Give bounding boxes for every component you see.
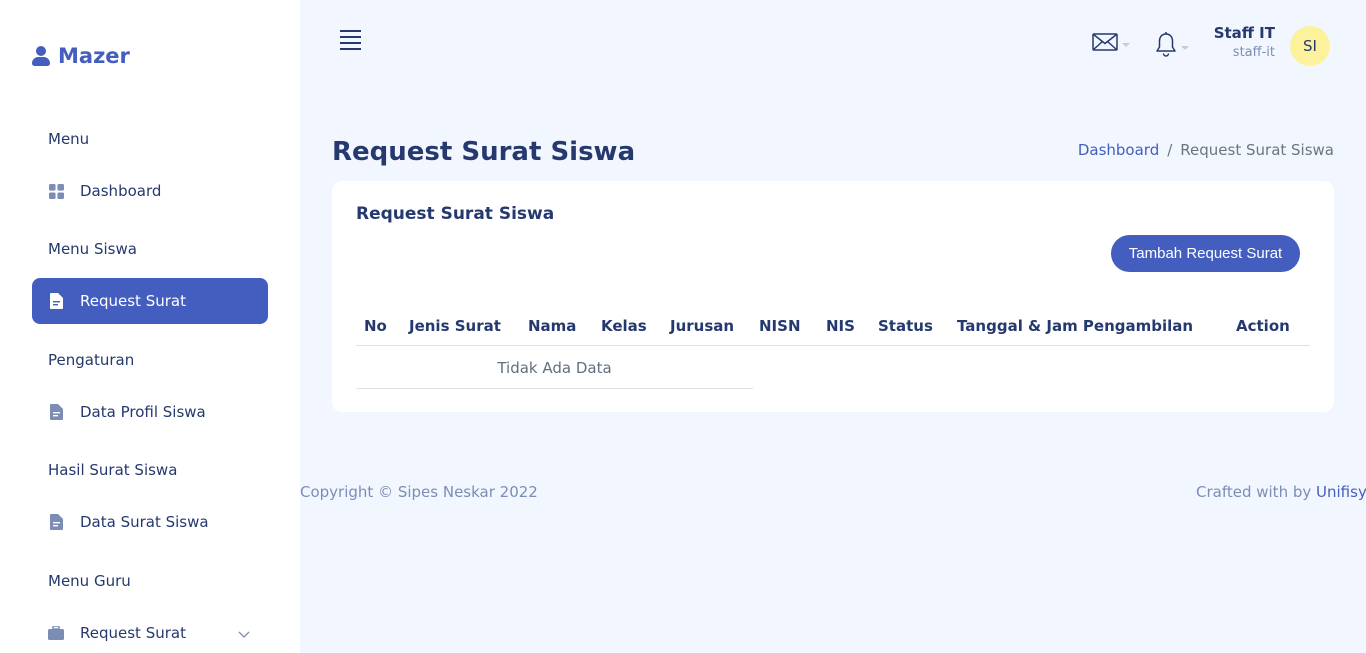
sidebar-item-data-surat-siswa[interactable]: Data Surat Siswa [32,499,268,545]
sidebar-item-dashboard[interactable]: Dashboard [32,168,268,214]
sidebar-item-label: Dashboard [80,182,162,200]
file-icon [48,404,64,420]
envelope-icon [1092,32,1118,56]
column-header-action[interactable]: Action [1228,307,1310,346]
bell-icon [1155,32,1177,62]
sidebar-item-label: Request Surat [80,292,186,310]
column-header-status[interactable]: Status [870,307,949,346]
chevron-down-icon[interactable] [238,625,250,643]
caret-down-icon [1181,46,1189,50]
menu-section-title: Menu Guru [48,572,131,590]
sidebar-item-label: Data Profil Siswa [80,403,206,421]
breadcrumb-separator: / [1167,141,1173,159]
footer-brand-link[interactable]: Unifisyt [1316,483,1366,501]
grid-icon [48,183,64,199]
sidebar-item-label: Request Surat [80,624,186,642]
caret-down-icon [1122,43,1130,47]
menu-section-title: Hasil Surat Siswa [48,461,178,479]
card-title: Request Surat Siswa [356,204,555,224]
menu-section-title: Menu Siswa [48,240,137,258]
column-header-nis[interactable]: NIS [818,307,870,346]
column-header-nama[interactable]: Nama [520,307,593,346]
breadcrumb-home-link[interactable]: Dashboard [1078,141,1159,159]
user-info[interactable]: Staff IT staff-it [1214,24,1275,60]
request-card: Request Surat Siswa Tambah Request Surat… [332,181,1334,412]
column-header-jurusan[interactable]: Jurusan [662,307,751,346]
sidebar-item-data-profil-siswa[interactable]: Data Profil Siswa [32,389,268,435]
brand-logo[interactable]: Mazer [32,44,130,68]
notifications-dropdown[interactable] [1155,32,1189,62]
column-header-kelas[interactable]: Kelas [593,307,662,346]
column-header-nisn[interactable]: NISN [751,307,818,346]
user-name: Staff IT [1213,24,1275,42]
brand-name: Mazer [58,44,130,68]
file-icon [48,293,64,309]
menu-section-title: Pengaturan [48,351,135,369]
request-table: No Jenis Surat Nama Kelas Jurusan NISN N… [356,307,1310,346]
add-request-button[interactable]: Tambah Request Surat [1111,235,1300,272]
menu-section-title: Menu [48,130,90,148]
sidebar-item-label: Data Surat Siswa [80,513,209,531]
footer-credit-text: Crafted with by [1196,483,1312,501]
footer-copyright: Copyright © Sipes Neskar 2022 [300,483,538,501]
column-header-jenis-surat[interactable]: Jenis Surat [401,307,520,346]
footer-credit: Crafted with by Unifisyt [1196,483,1366,501]
briefcase-icon [48,625,64,641]
sidebar: Mazer Menu Dashboard Menu Siswa Request … [0,0,300,653]
column-header-tanggal-jam[interactable]: Tanggal & Jam Pengambilan [949,307,1228,346]
column-header-no[interactable]: No [356,307,401,346]
menu-icon[interactable] [340,30,362,50]
empty-table-message: Tidak Ada Data [356,348,753,389]
avatar[interactable]: SI [1290,26,1330,66]
sidebar-item-request-surat-guru[interactable]: Request Surat [32,610,268,653]
breadcrumb: Dashboard / Request Surat Siswa [1078,141,1334,159]
breadcrumb-current: Request Surat Siswa [1180,141,1334,159]
sidebar-item-request-surat[interactable]: Request Surat [32,278,268,324]
page-title: Request Surat Siswa [332,137,636,167]
table-header-row: No Jenis Surat Nama Kelas Jurusan NISN N… [356,307,1310,346]
user-role: staff-it [1232,45,1275,60]
file-icon [48,514,64,530]
messages-dropdown[interactable] [1092,32,1130,56]
user-icon [32,46,50,66]
